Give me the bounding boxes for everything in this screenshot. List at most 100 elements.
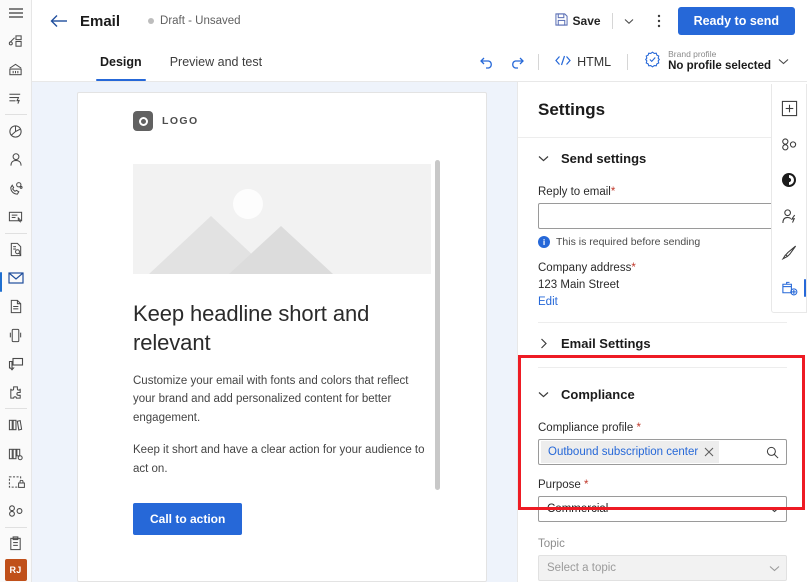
chevron-down-icon[interactable] <box>778 58 789 65</box>
rail-divider <box>4 526 27 528</box>
toolbar-divider <box>538 53 540 70</box>
settings-title: Settings <box>538 99 606 119</box>
required-marker: * <box>610 186 616 198</box>
topic-label: Topic <box>538 538 565 550</box>
compliance-profile-selected-pill[interactable]: Outbound subscription center <box>541 441 720 463</box>
sidebar-item-leads[interactable] <box>0 174 32 202</box>
tab-preview-and-test[interactable]: Preview and test <box>160 42 272 81</box>
compliance-profile-value: Outbound subscription center <box>548 446 699 458</box>
compliance-profile-label: Compliance profile * <box>538 422 787 434</box>
close-icon[interactable] <box>704 447 714 457</box>
call-to-action-button[interactable]: Call to action <box>133 502 243 535</box>
purpose-select[interactable]: Commercial <box>538 496 787 522</box>
reply-to-email-hint: i This is required before sending <box>538 236 787 248</box>
email-logo-block[interactable]: LOGO <box>78 111 486 131</box>
compliance-header[interactable]: Compliance <box>538 374 787 414</box>
email-paragraph-1[interactable]: Customize your email with fonts and colo… <box>133 372 431 428</box>
rail-divider <box>4 408 27 410</box>
company-address-label: Company address* <box>538 262 787 274</box>
person-lightning-icon[interactable] <box>771 198 807 234</box>
undo-icon[interactable] <box>472 48 502 76</box>
user-avatar[interactable]: RJ <box>0 558 32 582</box>
compliance-profile-lookup[interactable]: Outbound subscription center <box>538 439 787 465</box>
email-paragraph-2[interactable]: Keep it short and have a clear action fo… <box>133 441 431 478</box>
avatar-initials: RJ <box>4 559 27 582</box>
brush-icon[interactable] <box>771 234 807 270</box>
email-settings-header[interactable]: Email Settings <box>538 323 787 363</box>
search-icon[interactable] <box>759 446 785 459</box>
compliance-section: Compliance Compliance profile * Outbound… <box>518 368 807 581</box>
reply-to-email-input[interactable] <box>538 203 787 229</box>
theme-circle-icon[interactable] <box>771 162 807 198</box>
sidebar-item-push[interactable] <box>0 378 32 406</box>
company-address-value: 123 Main Street <box>538 279 620 291</box>
reply-to-email-label-text: Reply to email <box>538 186 611 198</box>
sidebar-item-dashboards[interactable] <box>0 117 32 145</box>
email-settings-section: Email Settings <box>518 323 807 368</box>
draft-status: Draft - Unsaved <box>148 15 241 27</box>
topic-select[interactable]: Select a topic <box>538 555 787 581</box>
html-button[interactable]: HTML <box>545 48 621 76</box>
sidebar-item-pinned[interactable] <box>0 55 32 83</box>
send-settings-header[interactable]: Send settings <box>538 138 787 178</box>
info-icon: i <box>538 236 550 248</box>
sidebar-item-contacts[interactable] <box>0 145 32 173</box>
page-title: Email <box>80 12 121 30</box>
sidebar-item-library[interactable] <box>0 411 32 439</box>
main-area: Email Draft - Unsaved Save Ready to send… <box>32 0 807 582</box>
more-commands-icon[interactable] <box>646 8 672 34</box>
sidebar-item-segments[interactable] <box>0 497 32 525</box>
required-marker: * <box>636 422 641 434</box>
designer-tool-rail <box>771 84 807 313</box>
brand-profile-label: Brand profile <box>668 49 717 60</box>
brand-profile-selector[interactable]: Brand profile No profile selected <box>634 47 795 77</box>
app-root: RJ Email Draft - Unsaved Save Ready to s… <box>0 0 807 582</box>
tab-design[interactable]: Design <box>90 42 152 81</box>
ready-to-send-button[interactable]: Ready to send <box>677 7 795 35</box>
settings-panel-icon[interactable] <box>771 270 807 306</box>
chevron-down-icon <box>769 565 780 572</box>
save-icon <box>554 13 568 29</box>
email-hero-image-placeholder[interactable] <box>133 164 431 274</box>
brand-profile-text: Brand profile No profile selected <box>668 50 771 72</box>
command-bar-actions: Save Ready to send <box>549 7 795 35</box>
reply-to-email-label: Reply to email* <box>538 186 787 198</box>
sidebar-item-quick-campaigns[interactable] <box>0 84 32 112</box>
save-button[interactable]: Save <box>549 9 636 33</box>
canvas-scrollbar[interactable] <box>435 160 440 490</box>
back-arrow-icon[interactable] <box>42 4 76 38</box>
sidebar-item-text-messages[interactable] <box>0 349 32 377</box>
email-headline[interactable]: Keep headline short and relevant <box>133 299 431 358</box>
command-bar: Email Draft - Unsaved Save Ready to send <box>32 0 807 42</box>
email-preview-card[interactable]: LOGO Keep headline short and relevant Cu… <box>77 92 487 582</box>
required-marker: * <box>584 479 589 491</box>
sidebar-item-assets[interactable] <box>0 440 32 468</box>
sidebar-item-pages[interactable] <box>0 293 32 321</box>
chevron-right-icon <box>538 338 549 349</box>
brand-profile-value: No profile selected <box>668 59 771 72</box>
tab-strip: Design Preview and test HTML Brand profi… <box>32 42 807 82</box>
email-settings-label: Email Settings <box>561 335 651 351</box>
sidebar-item-mobile[interactable] <box>0 321 32 349</box>
chevron-down-icon[interactable] <box>624 18 634 25</box>
send-settings-label: Send settings <box>561 150 647 166</box>
sidebar-item-templates[interactable] <box>0 468 32 496</box>
brand-badge-icon <box>644 50 661 73</box>
rail-divider <box>4 114 27 116</box>
sidebar-item-tasks[interactable] <box>0 530 32 558</box>
status-dot-icon <box>148 18 155 24</box>
sidebar-item-reports[interactable] <box>0 236 32 264</box>
company-address-edit-link[interactable]: Edit <box>538 296 558 308</box>
layouts-icon[interactable] <box>771 126 807 162</box>
save-label: Save <box>572 14 601 28</box>
redo-icon[interactable] <box>502 48 532 76</box>
rail-divider <box>4 232 27 234</box>
add-box-icon[interactable] <box>771 90 807 126</box>
save-divider <box>611 13 613 29</box>
site-map-hamburger-icon[interactable] <box>0 0 32 27</box>
sidebar-item-emails[interactable] <box>0 264 32 293</box>
editor-body: LOGO Keep headline short and relevant Cu… <box>32 82 807 582</box>
send-settings-section: Send settings Reply to email* i This is … <box>518 138 807 323</box>
sidebar-item-recent[interactable] <box>0 27 32 55</box>
sidebar-item-forms[interactable] <box>0 202 32 230</box>
